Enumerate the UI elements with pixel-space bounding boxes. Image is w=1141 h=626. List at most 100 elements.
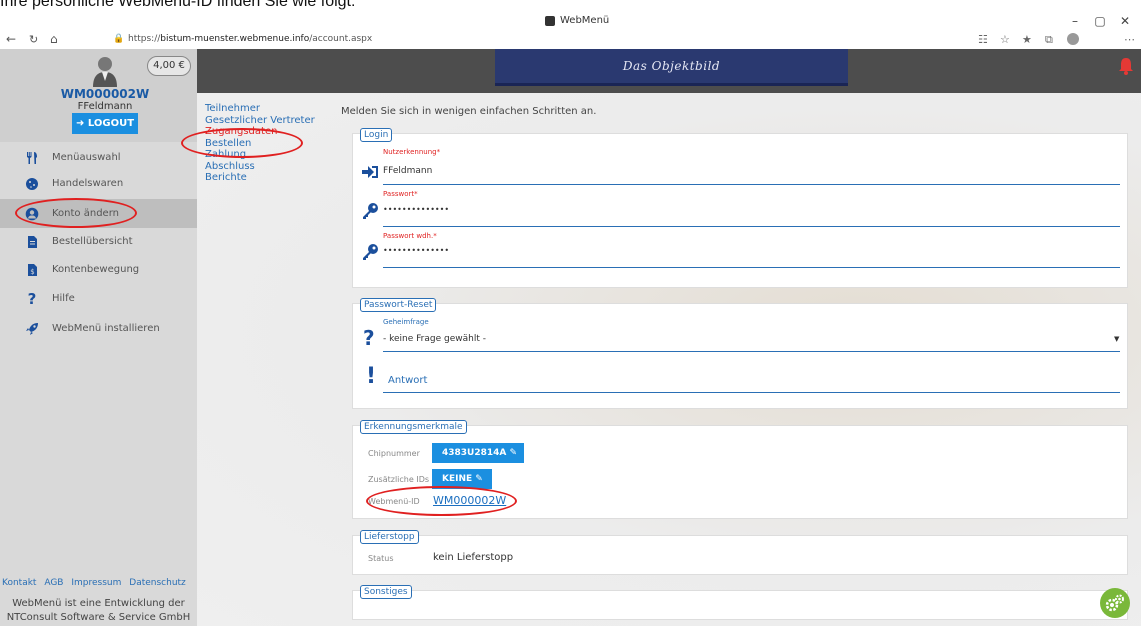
edit-icon: ✎ (475, 474, 483, 484)
password-underline (383, 226, 1120, 227)
chip-number-button[interactable]: 4383U2814A ✎ (432, 443, 524, 463)
reload-icon[interactable]: ↻ (29, 33, 38, 46)
sidebar-item-bestelluebersicht[interactable]: Bestellübersicht (0, 227, 197, 256)
browser-toolbar: ← ↻ ⌂ 🔒 https://bistum-muenster.webmenue… (0, 32, 1141, 49)
password-repeat-underline (383, 267, 1120, 268)
username-underline (383, 184, 1120, 185)
security-question-underline (383, 351, 1120, 352)
sidebar-item-handelswaren[interactable]: Handelswaren (0, 169, 197, 198)
password-reset-legend: Passwort-Reset (360, 298, 437, 312)
settings-fab[interactable] (1100, 588, 1130, 618)
annotation-oval-webmenu-id (366, 486, 517, 516)
step-berichte[interactable]: Berichte (205, 172, 315, 184)
logout-label: LOGOUT (87, 118, 135, 129)
key-icon (363, 244, 378, 260)
login-legend: Login (360, 128, 393, 142)
user-panel: 4,00 € WM000002W FFeldmann ➜ LOGOUT (0, 49, 197, 142)
sign-in-icon (362, 166, 378, 178)
window-title-text: WebMenü (560, 15, 610, 26)
favorite-add-icon[interactable]: ☆ (1000, 33, 1010, 46)
recognition-legend: Erkennungsmerkmale (360, 420, 467, 434)
edit-icon: ✎ (509, 448, 518, 458)
login-card: Login Nutzerkennung* FFeldmann Passwort*… (352, 128, 1128, 288)
reader-view-icon[interactable]: ☷ (978, 33, 988, 46)
password-label: Passwort* (383, 190, 418, 198)
gears-icon (1105, 594, 1124, 612)
key-icon (363, 203, 378, 219)
misc-card: Sonstiges (352, 585, 1128, 620)
step-gesetzlicher-vertreter[interactable]: Gesetzlicher Vertreter (205, 115, 315, 127)
browser-titlebar: WebMenü – ▢ ✕ (0, 12, 1141, 32)
step-teilnehmer[interactable]: Teilnehmer (205, 103, 315, 115)
footer-credit-line-2: NTConsult Software & Service GmbH (6, 612, 191, 623)
cookie-icon (25, 177, 39, 191)
annotation-oval-konto-aendern (15, 198, 137, 228)
password-repeat-input[interactable]: •••••••••••••• (383, 246, 449, 255)
lock-icon[interactable]: 🔒 (113, 34, 124, 44)
money-document-icon: $ (25, 263, 39, 277)
collections-icon[interactable]: ⧉ (1045, 33, 1053, 47)
close-window-icon[interactable]: ✕ (1115, 14, 1135, 28)
delivery-status-label: Status (368, 554, 394, 563)
chip-number-value: 4383U2814A (442, 448, 507, 458)
misc-legend: Sonstiges (360, 585, 412, 599)
sidebar-item-label: Kontenbewegung (52, 264, 140, 275)
sidebar-item-menueauswahl[interactable]: Menüauswahl (0, 143, 197, 172)
balance-badge[interactable]: 4,00 € (147, 56, 191, 76)
sidebar-item-label: Hilfe (52, 293, 75, 304)
sidebar: 4,00 € WM000002W FFeldmann ➜ LOGOUT Menü… (0, 49, 197, 626)
delivery-stop-legend: Lieferstopp (360, 530, 419, 544)
sidebar-item-label: Menüauswahl (52, 152, 121, 163)
url-bar[interactable]: https://bistum-muenster.webmenue.info/ac… (128, 34, 372, 44)
sidebar-item-hilfe[interactable]: ? Hilfe (0, 284, 197, 313)
bell-icon[interactable] (1118, 57, 1134, 75)
logout-button[interactable]: ➜ LOGOUT (72, 113, 138, 134)
delivery-stop-card: Lieferstopp Status kein Lieferstopp (352, 530, 1128, 575)
maximize-icon[interactable]: ▢ (1090, 14, 1110, 28)
logout-icon: ➜ (75, 118, 85, 129)
window-title: WebMenü (545, 15, 609, 26)
footer-credit-line-1: WebMenü ist eine Entwicklung der (12, 598, 185, 609)
more-icon[interactable]: ⋯ (1124, 33, 1135, 46)
footer-links: Kontakt AGB Impressum Datenschutz (2, 578, 191, 588)
minimize-icon[interactable]: – (1065, 14, 1085, 28)
profile-icon[interactable] (1067, 33, 1079, 45)
sidebar-item-label: Handelswaren (52, 178, 124, 189)
document-icon (25, 235, 39, 249)
password-input[interactable]: •••••••••••••• (383, 205, 449, 214)
footer-link-impressum[interactable]: Impressum (71, 578, 121, 588)
user-name: FFeldmann (77, 101, 133, 112)
password-repeat-label: Passwort wdh.* (383, 232, 437, 240)
extra-ids-value: KEINE (442, 474, 473, 484)
user-id: WM000002W (60, 87, 150, 101)
footer-credit: WebMenü ist eine Entwicklung der NTConsu… (0, 597, 197, 625)
main-content: Teilnehmer Gesetzlicher Vertreter Zugang… (197, 93, 1141, 626)
delivery-status-value: kein Lieferstopp (433, 552, 514, 563)
answer-input[interactable]: Antwort (388, 375, 427, 386)
avatar[interactable] (90, 55, 120, 87)
extra-ids-label: Zusätzliche IDs (368, 475, 430, 484)
sidebar-item-kontenbewegung[interactable]: $ Kontenbewegung (0, 255, 197, 284)
cutlery-icon (25, 151, 39, 165)
question-icon: ? (27, 289, 37, 308)
intro-text: Melden Sie sich in wenigen einfachen Sch… (341, 106, 597, 117)
security-question-select[interactable]: - keine Frage gewählt - (383, 334, 486, 344)
url-host: bistum-muenster.webmenue.info (160, 34, 310, 44)
step-abschluss[interactable]: Abschluss (205, 161, 315, 173)
chip-number-label: Chipnummer (368, 449, 420, 458)
footer-link-datenschutz[interactable]: Datenschutz (129, 578, 186, 588)
password-reset-card: Passwort-Reset Geheimfrage ? - keine Fra… (352, 298, 1128, 409)
home-icon[interactable]: ⌂ (50, 32, 58, 46)
username-input[interactable]: FFeldmann (383, 166, 432, 176)
footer-link-agb[interactable]: AGB (44, 578, 63, 588)
exclamation-icon: ! (366, 364, 377, 389)
back-icon[interactable]: ← (6, 32, 16, 46)
answer-underline (383, 392, 1120, 393)
rocket-icon (25, 322, 39, 336)
security-question-label: Geheimfrage (383, 318, 429, 326)
favorites-icon[interactable]: ★ (1022, 33, 1032, 46)
chevron-down-icon[interactable]: ▼ (1114, 335, 1119, 343)
footer-link-kontakt[interactable]: Kontakt (2, 578, 36, 588)
sidebar-item-label: WebMenü installieren (52, 323, 160, 334)
sidebar-item-webmenue-installieren[interactable]: WebMenü installieren (0, 314, 197, 343)
